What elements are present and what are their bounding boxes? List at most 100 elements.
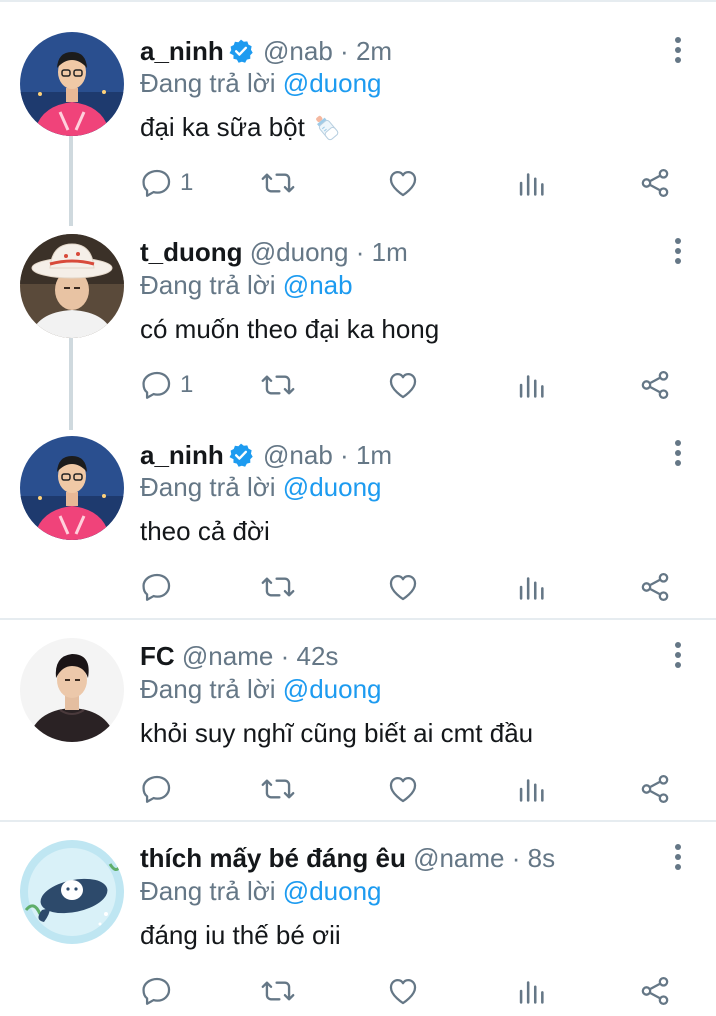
verified-badge-icon: [229, 443, 253, 467]
replying-to: Đang trả lời @nab: [140, 268, 353, 302]
retweet-icon: [261, 779, 295, 799]
display-name[interactable]: a_ninh: [140, 36, 224, 66]
replying-to: Đang trả lời @duong: [140, 672, 382, 706]
replying-to: Đang trả lời @duong: [140, 66, 382, 100]
avatar-image-a-ninh: [20, 436, 124, 540]
retweet-button[interactable]: [260, 365, 296, 405]
avatar-image-fc: [20, 638, 124, 742]
more-options-button[interactable]: [664, 637, 692, 673]
mention-link[interactable]: @duong: [283, 674, 382, 704]
share-icon: [641, 774, 669, 804]
more-vertical-icon: [675, 238, 681, 264]
heart-icon: [389, 776, 417, 803]
timestamp[interactable]: 42s: [296, 641, 338, 671]
more-options-button[interactable]: [664, 839, 692, 875]
avatar-image-t-duong: [20, 234, 124, 338]
like-button[interactable]: [386, 365, 420, 405]
analytics-icon: [519, 577, 544, 600]
reply-icon: [142, 169, 171, 197]
tweet-actions: 1: [130, 163, 690, 203]
more-vertical-icon: [675, 642, 681, 668]
tweet-text-body: đại ka sữa bột: [140, 112, 305, 142]
analytics-button[interactable]: [514, 567, 548, 607]
more-options-button[interactable]: [664, 32, 692, 68]
analytics-icon: [519, 981, 544, 1004]
display-name[interactable]: thích mấy bé đáng êu: [140, 843, 406, 873]
handle[interactable]: @nab: [263, 36, 333, 66]
reply-icon: [142, 977, 171, 1005]
more-vertical-icon: [675, 844, 681, 870]
reply-button[interactable]: [140, 567, 180, 607]
timestamp[interactable]: 1m: [356, 440, 392, 470]
tweet-actions: [130, 567, 690, 607]
share-button[interactable]: [638, 971, 672, 1011]
reply-button[interactable]: [140, 971, 180, 1011]
timestamp[interactable]: 8s: [528, 843, 555, 873]
heart-icon: [389, 574, 417, 601]
handle[interactable]: @duong: [250, 237, 349, 267]
tweet-actions: [130, 769, 690, 809]
share-icon: [641, 572, 669, 602]
display-name[interactable]: FC: [140, 641, 175, 671]
reply-button[interactable]: [140, 769, 180, 809]
display-name[interactable]: t_duong: [140, 237, 243, 267]
analytics-icon: [519, 173, 544, 196]
retweet-button[interactable]: [260, 567, 296, 607]
like-button[interactable]: [386, 971, 420, 1011]
reply-button[interactable]: 1: [140, 365, 193, 405]
mention-link[interactable]: @nab: [283, 270, 353, 300]
tweet-actions: 1: [130, 365, 690, 405]
share-button[interactable]: [638, 567, 672, 607]
avatar[interactable]: [20, 32, 124, 136]
analytics-button[interactable]: [514, 971, 548, 1011]
top-divider: [0, 0, 716, 2]
tweet-divider: [0, 820, 716, 822]
retweet-icon: [261, 173, 295, 193]
retweet-icon: [261, 577, 295, 597]
analytics-button[interactable]: [514, 769, 548, 809]
handle[interactable]: @name: [182, 641, 273, 671]
display-name[interactable]: a_ninh: [140, 440, 224, 470]
replying-to-label: Đang trả lời: [140, 876, 276, 906]
like-button[interactable]: [386, 567, 420, 607]
tweet-header: FC @name · 42s: [140, 638, 338, 674]
tweet-header: t_duong @duong · 1m: [140, 234, 408, 270]
analytics-icon: [519, 779, 544, 802]
more-vertical-icon: [675, 37, 681, 63]
heart-icon: [389, 978, 417, 1005]
replying-to-label: Đang trả lời: [140, 472, 276, 502]
mention-link[interactable]: @duong: [283, 876, 382, 906]
replying-to-label: Đang trả lời: [140, 674, 276, 704]
retweet-button[interactable]: [260, 971, 296, 1011]
mention-link[interactable]: @duong: [283, 472, 382, 502]
handle[interactable]: @name: [413, 843, 504, 873]
share-button[interactable]: [638, 365, 672, 405]
handle[interactable]: @nab: [263, 440, 333, 470]
timestamp[interactable]: 1m: [372, 237, 408, 267]
separator: ·: [340, 36, 349, 66]
reply-button[interactable]: 1: [140, 163, 193, 203]
timestamp[interactable]: 2m: [356, 36, 392, 66]
avatar[interactable]: [20, 840, 124, 944]
more-options-button[interactable]: [664, 233, 692, 269]
share-button[interactable]: [638, 163, 672, 203]
retweet-button[interactable]: [260, 163, 296, 203]
share-button[interactable]: [638, 769, 672, 809]
reply-count: 1: [180, 169, 194, 196]
tweet-text: đại ka sữa bột: [140, 109, 341, 145]
avatar-image-a-ninh: [20, 32, 124, 136]
like-button[interactable]: [386, 769, 420, 809]
retweet-icon: [261, 375, 295, 395]
retweet-button[interactable]: [260, 769, 296, 809]
replying-to-label: Đang trả lời: [140, 68, 276, 98]
avatar[interactable]: [20, 234, 124, 338]
avatar[interactable]: [20, 638, 124, 742]
more-options-button[interactable]: [664, 435, 692, 471]
mention-link[interactable]: @duong: [283, 68, 382, 98]
analytics-button[interactable]: [514, 163, 548, 203]
reply-icon: [142, 775, 171, 803]
analytics-button[interactable]: [514, 365, 548, 405]
avatar[interactable]: [20, 436, 124, 540]
like-button[interactable]: [386, 163, 420, 203]
share-icon: [641, 976, 669, 1006]
